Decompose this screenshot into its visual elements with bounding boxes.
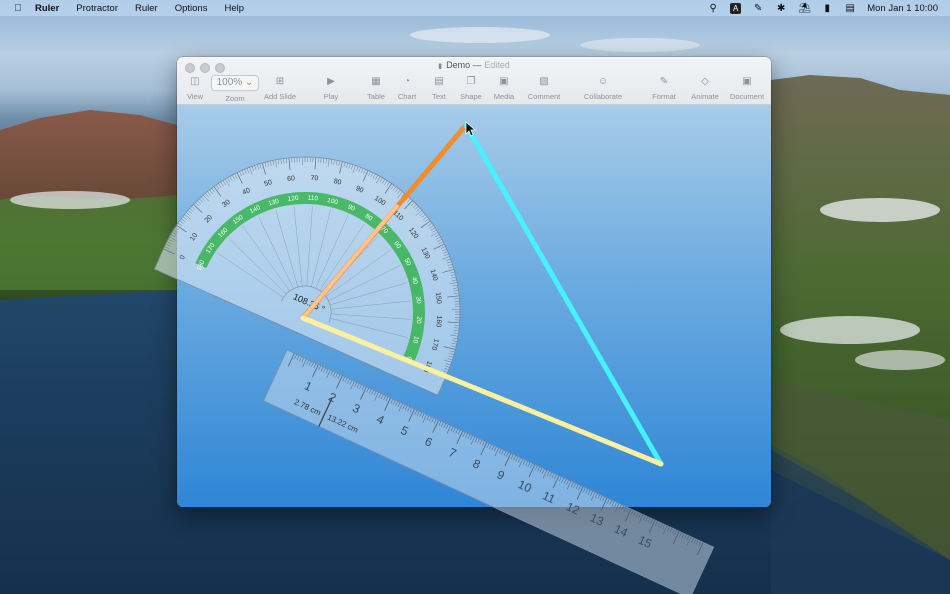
protractor-inner-label: 20 (415, 316, 423, 324)
protractor-outer-label: 70 (310, 175, 318, 183)
ruler-numbers: 123456789101112131415 (302, 379, 654, 552)
protractor-tool[interactable]: 0102030405060 70 8090100110120130140150160… (153, 107, 509, 396)
protractor-inner-label: 30 (414, 296, 422, 304)
ruler-body[interactable] (262, 349, 715, 594)
protractor-outer-label: 150 (434, 292, 442, 304)
protractor-inner-label: 110 (308, 195, 319, 203)
measurement-overlay: 123456789101112131415 2.78 cm 13.22 cm 0… (153, 107, 715, 594)
ruler-tool[interactable]: 123456789101112131415 2.78 cm 13.22 cm (262, 349, 715, 594)
protractor-inner-label: 120 (287, 195, 299, 203)
protractor-outer-label: 160 (434, 315, 442, 327)
protractor-outer-label: 60 (287, 175, 296, 183)
line-cyan[interactable] (463, 122, 664, 467)
